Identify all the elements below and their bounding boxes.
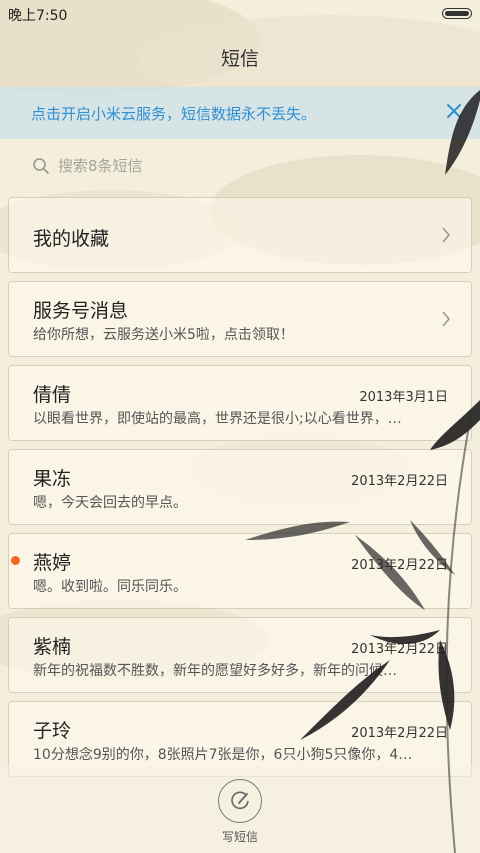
list-item-conversation[interactable]: 倩倩 2013年3月1日 以眼看世界，即使站的最高，世界还是很小;以心看世界，… (8, 365, 472, 441)
conversation-date: 2013年3月1日 (359, 390, 448, 405)
list-item-conversation[interactable]: 紫楠 2013年2月22日 新年的祝福数不胜数，新年的愿望好多好多，新年的问候… (8, 617, 472, 693)
status-bar: 晚上7:50 (0, 0, 480, 28)
conversation-preview: 嗯，今天会回去的早点。 (33, 495, 187, 511)
conversation-name: 紫楠 (33, 636, 72, 658)
list-item-service-messages[interactable]: 服务号消息 给你所想，云服务送小米5啦，点击领取！ (8, 281, 472, 357)
status-time: 晚上7:50 (8, 8, 68, 24)
conversation-preview: 嗯。收到啦。同乐同乐。 (33, 579, 187, 595)
list-item-conversation[interactable]: 果冻 2013年2月22日 嗯，今天会回去的早点。 (8, 449, 472, 525)
search-icon (33, 158, 49, 174)
conversation-preview: 给你所想，云服务送小米5啦，点击领取！ (33, 327, 294, 343)
conversation-date: 2013年2月22日 (351, 558, 448, 573)
conversation-date: 2013年2月22日 (351, 642, 448, 657)
list-item-favorites[interactable]: 我的收藏 (8, 197, 472, 273)
chevron-right-icon (442, 227, 450, 243)
conversation-date: 2013年2月22日 (351, 726, 448, 741)
compose-label: 写短信 (221, 830, 258, 844)
unread-indicator (11, 556, 20, 565)
battery-icon (442, 8, 472, 19)
conversation-preview: 10分想念9别的你，8张照片7张是你，6只小狗5只像你，4… (33, 747, 413, 763)
compose-icon (231, 791, 249, 810)
conversation-name: 子玲 (33, 720, 72, 742)
conversation-name: 服务号消息 (33, 300, 129, 322)
conversation-name: 果冻 (33, 468, 72, 490)
cloud-service-banner[interactable]: 点击开启小米云服务，短信数据永不丢失。 (0, 87, 480, 139)
banner-text[interactable]: 点击开启小米云服务，短信数据永不丢失。 (31, 103, 316, 124)
compose-bar: 写短信 (0, 765, 480, 853)
conversation-date: 2013年2月22日 (351, 474, 448, 489)
conversation-name: 倩倩 (33, 384, 72, 406)
close-icon[interactable] (442, 99, 466, 123)
conversation-name: 我的收藏 (33, 228, 110, 250)
page-title: 短信 (220, 48, 259, 70)
search-input[interactable] (58, 154, 438, 178)
conversation-preview: 以眼看世界，即使站的最高，世界还是很小;以心看世界，… (33, 411, 402, 427)
chevron-right-icon (442, 311, 450, 327)
compose-button[interactable] (218, 779, 262, 823)
search-bar[interactable] (0, 144, 480, 188)
conversation-name: 燕婷 (33, 552, 72, 574)
conversation-preview: 新年的祝福数不胜数，新年的愿望好多好多，新年的问候… (33, 663, 397, 679)
list-item-conversation[interactable]: 燕婷 2013年2月22日 嗯。收到啦。同乐同乐。 (8, 533, 472, 609)
